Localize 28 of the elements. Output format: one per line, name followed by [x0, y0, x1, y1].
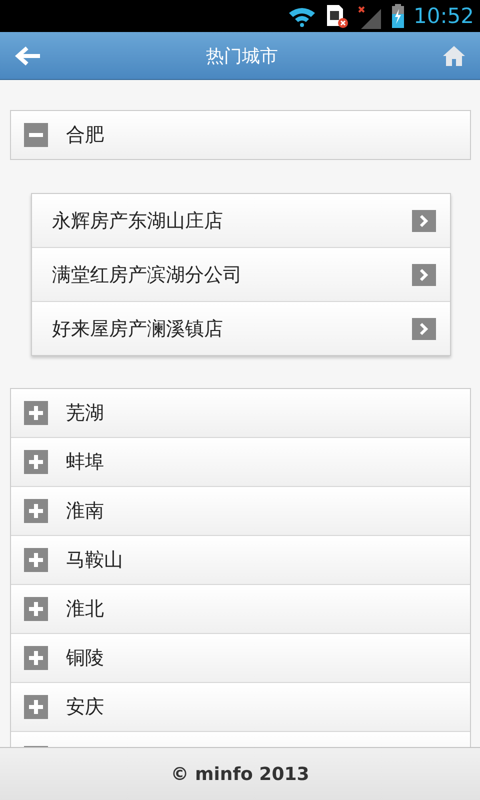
- wifi-icon: [287, 5, 318, 27]
- chevron-right-icon: [412, 264, 436, 286]
- city-item[interactable]: 安庆: [11, 682, 470, 731]
- copyright-text: © minfo 2013: [170, 764, 310, 784]
- battery-charging-icon: [391, 3, 406, 29]
- expand-icon: [24, 548, 48, 572]
- city-item[interactable]: 蚌埠: [11, 437, 470, 486]
- chevron-right-icon: [412, 210, 436, 232]
- expand-icon: [24, 695, 48, 719]
- store-item[interactable]: 好来屋房产澜溪镇店: [32, 301, 450, 355]
- page-title: 热门城市: [206, 44, 278, 68]
- expand-icon: [24, 646, 48, 670]
- city-item[interactable]: 马鞍山: [11, 535, 470, 584]
- city-item[interactable]: 淮南: [11, 486, 470, 535]
- home-icon[interactable]: [442, 44, 466, 66]
- expand-icon: [24, 597, 48, 621]
- city-item[interactable]: 淮北: [11, 584, 470, 633]
- city-item[interactable]: 铜陵: [11, 633, 470, 682]
- expand-icon: [24, 401, 48, 425]
- sim-card-error-icon: [325, 4, 350, 28]
- back-arrow-icon[interactable]: [14, 44, 42, 66]
- collapse-icon: [24, 123, 48, 147]
- chevron-right-icon: [412, 318, 436, 340]
- store-item[interactable]: 永辉房产东湖山庄店: [32, 194, 450, 247]
- clock: 10:52: [413, 4, 474, 28]
- expand-icon: [24, 499, 48, 523]
- store-item[interactable]: 满堂红房产滨湖分公司: [32, 247, 450, 301]
- expand-icon: [24, 450, 48, 474]
